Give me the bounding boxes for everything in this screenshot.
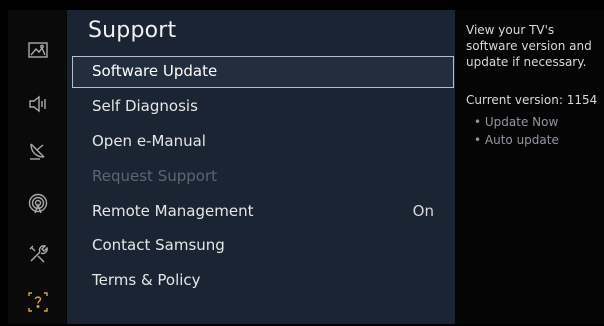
menu-item-label: Self Diagnosis xyxy=(92,97,198,115)
menu-item-label: Contact Samsung xyxy=(92,236,225,254)
menu-item-label: Software Update xyxy=(92,62,218,80)
settings-sidebar xyxy=(8,10,66,324)
menu-item-self-diagnosis[interactable]: Self Diagnosis xyxy=(72,91,454,123)
picture-icon[interactable] xyxy=(26,38,50,62)
current-version: Current version: 1154 xyxy=(466,93,598,107)
broadcasting-icon[interactable] xyxy=(26,138,50,162)
menu-item-open-e-manual[interactable]: Open e-Manual xyxy=(72,126,454,158)
page-title: Support xyxy=(88,18,177,43)
remote-management-value: On xyxy=(412,202,434,220)
help-bullet-auto-update: • Auto update xyxy=(474,133,559,147)
menu-item-label: Remote Management xyxy=(92,202,254,220)
menu-item-contact-samsung[interactable]: Contact Samsung xyxy=(72,230,454,262)
menu-item-terms-policy[interactable]: Terms & Policy xyxy=(72,265,454,297)
help-bullet-update-now: • Update Now xyxy=(474,115,559,129)
menu-item-remote-management[interactable]: Remote Management On xyxy=(72,196,454,228)
menu-item-software-update[interactable]: Software Update xyxy=(72,56,454,88)
sound-icon[interactable] xyxy=(26,92,50,116)
network-icon[interactable] xyxy=(26,192,50,216)
menu-item-request-support: Request Support xyxy=(72,161,454,193)
support-icon[interactable] xyxy=(26,290,50,314)
system-icon[interactable] xyxy=(26,242,50,266)
menu-item-label: Terms & Policy xyxy=(92,271,201,289)
menu-item-label: Request Support xyxy=(92,167,217,185)
help-description: View your TV's software version and upda… xyxy=(466,23,592,69)
menu-item-label: Open e-Manual xyxy=(92,132,206,150)
